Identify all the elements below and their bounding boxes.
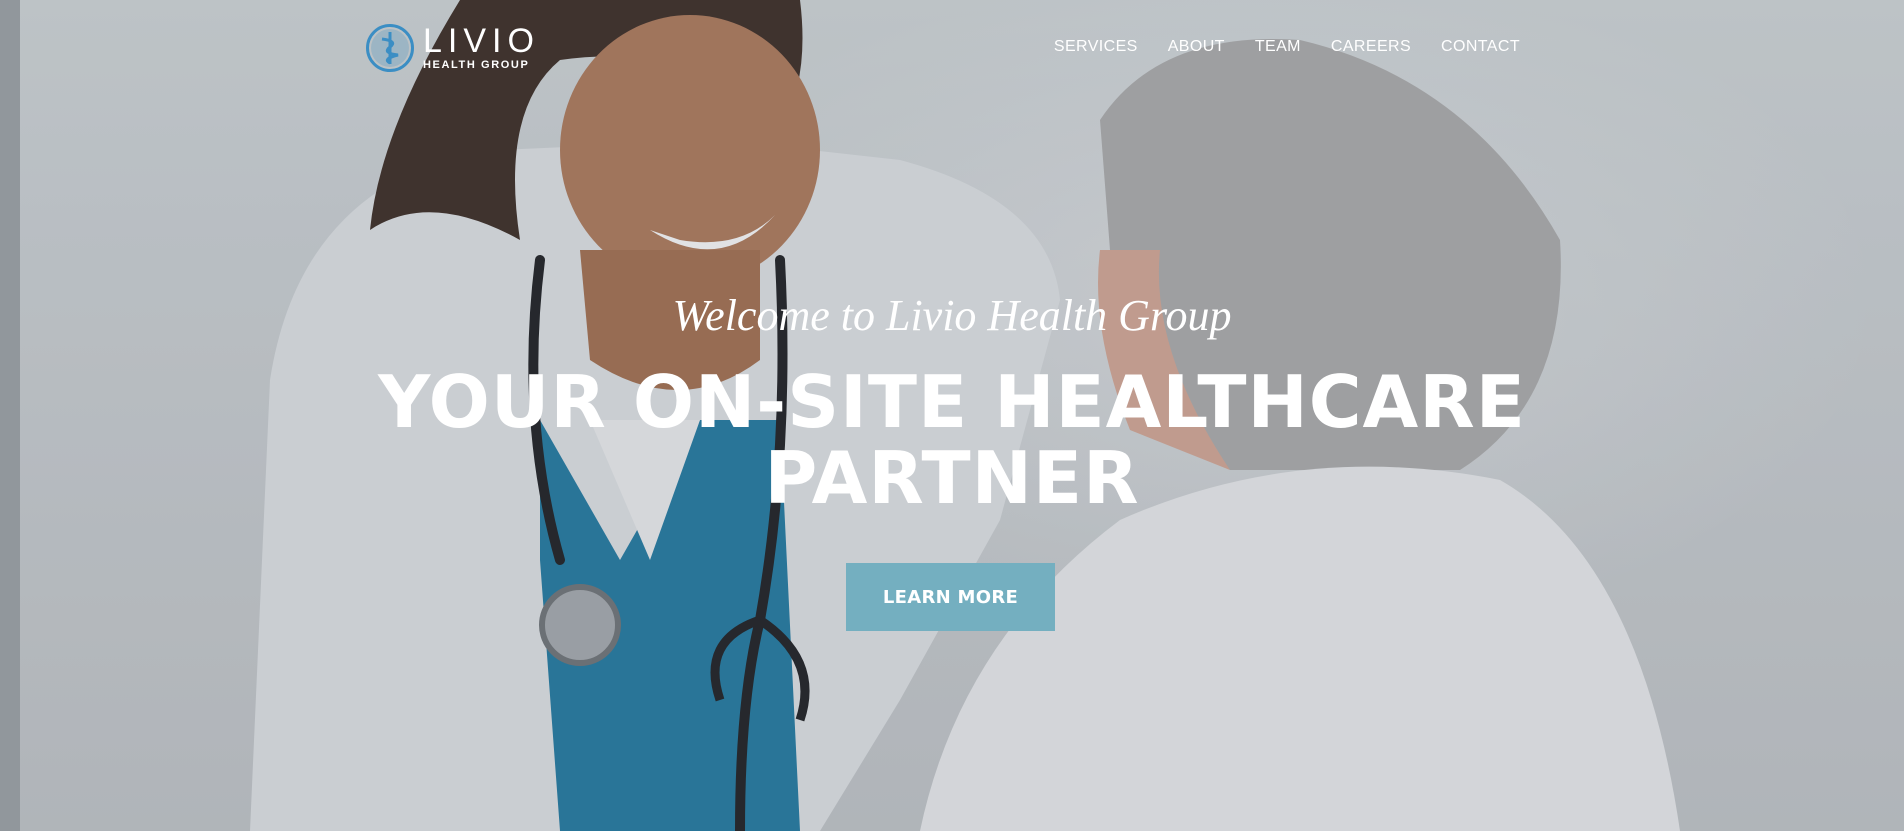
nav-item-careers[interactable]: CAREERS [1331, 38, 1411, 56]
nav-item-contact[interactable]: CONTACT [1441, 38, 1520, 56]
brand-tagline: HEALTH GROUP [423, 59, 530, 71]
welcome-subtitle: Welcome to Livio Health Group [672, 291, 1232, 340]
learn-more-button[interactable]: LEARN MORE [846, 563, 1055, 631]
hero-section: LIVIO HEALTH GROUP SERVICES ABOUT TEAM C… [0, 0, 1904, 831]
nav-item-team[interactable]: TEAM [1255, 38, 1301, 56]
brand-logo[interactable]: LIVIO HEALTH GROUP [365, 22, 540, 74]
hero-headline: YOUR ON-SITE HEALTHCARE PARTNER [0, 364, 1904, 516]
nav-item-services[interactable]: SERVICES [1054, 38, 1138, 56]
main-navigation: SERVICES ABOUT TEAM CAREERS CONTACT [1024, 38, 1520, 56]
headline-line-2: PARTNER [764, 436, 1140, 520]
caduceus-logo-icon [366, 24, 414, 72]
headline-line-1: YOUR ON-SITE HEALTHCARE [378, 360, 1526, 444]
logo-text-group: LIVIO HEALTH GROUP [423, 24, 540, 72]
nav-item-about[interactable]: ABOUT [1168, 38, 1225, 56]
brand-name: LIVIO [423, 22, 540, 60]
